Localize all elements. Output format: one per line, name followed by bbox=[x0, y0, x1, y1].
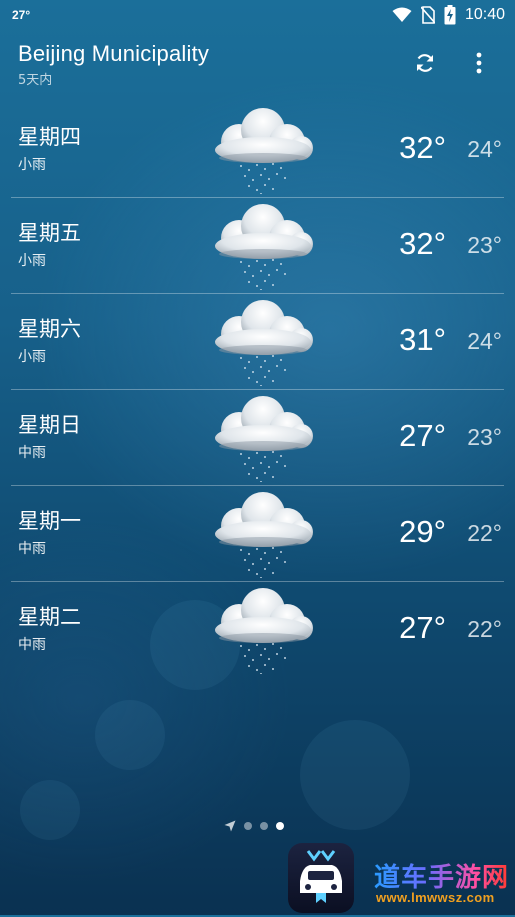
day-name: 星期六 bbox=[18, 317, 81, 341]
forecast-subtitle: 5天内 bbox=[18, 73, 53, 88]
location-arrow-icon[interactable] bbox=[224, 820, 236, 832]
status-time: 10:40 bbox=[464, 6, 505, 23]
temp-low: 24° bbox=[467, 328, 502, 354]
page-dot-active[interactable] bbox=[276, 822, 284, 830]
more-options-button[interactable] bbox=[466, 48, 492, 78]
moderate-rain-icon bbox=[215, 588, 313, 674]
location-title: Beijing Municipality bbox=[18, 41, 210, 66]
day-name: 星期一 bbox=[18, 509, 81, 533]
app-header: Beijing Municipality 5天内 bbox=[0, 36, 515, 92]
weather-condition: 中雨 bbox=[18, 445, 46, 461]
temp-high: 27° bbox=[399, 418, 446, 453]
temp-high: 27° bbox=[399, 610, 446, 645]
refresh-button[interactable] bbox=[410, 48, 440, 78]
temp-high: 32° bbox=[399, 226, 446, 261]
temp-low: 23° bbox=[467, 232, 502, 258]
temp-low: 23° bbox=[467, 424, 502, 450]
more-vert-icon bbox=[476, 52, 482, 74]
light-rain-icon bbox=[215, 300, 313, 386]
weather-condition: 小雨 bbox=[18, 157, 46, 173]
temp-low: 24° bbox=[467, 136, 502, 162]
forecast-row[interactable]: 星期日 中雨 27° 23° bbox=[11, 390, 504, 486]
weather-condition: 中雨 bbox=[18, 637, 46, 653]
forecast-row[interactable]: 星期一 中雨 29° 22° bbox=[11, 486, 504, 582]
weather-condition: 小雨 bbox=[18, 349, 46, 365]
battery-charging-icon bbox=[444, 5, 456, 25]
forecast-row[interactable]: 星期六 小雨 31° 24° bbox=[11, 294, 504, 390]
forecast-row[interactable]: 星期五 小雨 32° 23° bbox=[11, 198, 504, 294]
background-bokeh bbox=[300, 720, 410, 830]
light-rain-icon bbox=[215, 204, 313, 290]
watermark-name: 道车手游网 bbox=[374, 857, 509, 894]
moderate-rain-icon bbox=[215, 396, 313, 482]
weather-condition: 小雨 bbox=[18, 253, 46, 269]
temp-high: 32° bbox=[399, 130, 446, 165]
page-dot[interactable] bbox=[260, 822, 268, 830]
weather-condition: 中雨 bbox=[18, 541, 46, 557]
page-dot[interactable] bbox=[244, 822, 252, 830]
day-name: 星期日 bbox=[18, 413, 81, 437]
forecast-list: 星期四 小雨 32° 24° 星期五 小雨 32° 23° 星期六 小雨 31°… bbox=[0, 102, 515, 677]
forecast-row[interactable]: 星期四 小雨 32° 24° bbox=[11, 102, 504, 198]
watermark: 道车手游网 www.lmwwsz.com bbox=[288, 843, 515, 915]
temp-high: 29° bbox=[399, 514, 446, 549]
temp-high: 31° bbox=[399, 322, 446, 357]
background-bokeh bbox=[95, 700, 165, 770]
watermark-url: www.lmwwsz.com bbox=[376, 890, 495, 905]
page-indicator bbox=[224, 818, 284, 834]
background-bokeh bbox=[20, 780, 80, 840]
moderate-rain-icon bbox=[215, 492, 313, 578]
light-rain-icon bbox=[215, 108, 313, 194]
day-name: 星期五 bbox=[18, 221, 81, 245]
day-name: 星期四 bbox=[18, 125, 81, 149]
status-icons: 10:40 bbox=[392, 5, 505, 25]
wifi-icon bbox=[392, 7, 412, 23]
refresh-icon bbox=[416, 54, 434, 72]
no-sim-icon bbox=[420, 6, 435, 24]
forecast-row[interactable]: 星期二 中雨 27° 22° bbox=[11, 582, 504, 677]
day-name: 星期二 bbox=[18, 605, 81, 629]
status-temperature: 27° bbox=[12, 8, 31, 22]
temp-low: 22° bbox=[467, 616, 502, 642]
status-bar: 27° 10:40 bbox=[0, 0, 515, 30]
watermark-logo bbox=[288, 843, 354, 913]
temp-low: 22° bbox=[467, 520, 502, 546]
